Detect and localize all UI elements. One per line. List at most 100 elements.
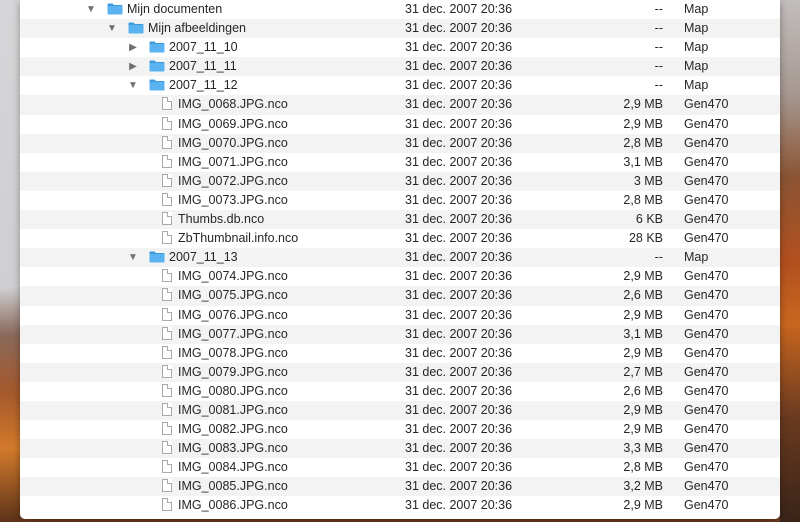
item-name: IMG_0086.JPG.nco [178, 498, 288, 513]
date-modified: 31 dec. 2007 20:36 [405, 364, 513, 379]
file-row[interactable]: IMG_0076.JPG.nco 31 dec. 2007 20:36 2,9 MB… [20, 306, 780, 325]
item-name: Mijn documenten [127, 2, 223, 16]
folder-row[interactable]: ▶ 2007_11_10 31 dec. 2007 20:36 -- Map [20, 38, 780, 57]
item-name: IMG_0074.JPG.nco [178, 269, 288, 284]
file-row[interactable]: IMG_0070.JPG.nco 31 dec. 2007 20:36 2,8 MB… [20, 133, 780, 153]
folder-row[interactable]: ▶ 2007_11_11 31 dec. 2007 20:36 -- Map [20, 57, 780, 77]
file-kind: Gen470 [684, 307, 729, 322]
document-icon [162, 326, 172, 340]
file-row[interactable]: IMG_0086.JPG.nco 31 dec. 2007 20:36 2,9 MB… [20, 496, 780, 515]
item-name: IMG_0080.JPG.nco [178, 383, 288, 398]
file-kind: Map [684, 250, 709, 265]
item-name: IMG_0082.JPG.nco [178, 422, 288, 437]
file-size: 2,9 MB [623, 422, 663, 437]
file-kind: Gen470 [684, 326, 729, 341]
file-kind: Gen470 [684, 288, 729, 303]
item-name: IMG_0085.JPG.nco [178, 479, 288, 494]
file-list[interactable]: ▼ Mijn documenten 31 dec. 2007 20:36 -- Map ▼… [20, 0, 780, 516]
file-size: 2,9 MB [623, 269, 663, 284]
disclosure-expanded-icon[interactable]: ▼ [86, 0, 96, 19]
file-row[interactable]: IMG_0075.JPG.nco 31 dec. 2007 20:36 2,6 MB… [20, 286, 780, 306]
file-size: 2,8 MB [623, 192, 663, 207]
item-name: IMG_0084.JPG.nco [178, 460, 288, 475]
document-icon [162, 307, 172, 321]
item-name: IMG_0075.JPG.nco [178, 288, 288, 303]
file-kind: Gen470 [684, 364, 729, 379]
document-icon [162, 498, 172, 512]
date-modified: 31 dec. 2007 20:36 [405, 40, 513, 55]
file-kind: Gen470 [684, 97, 729, 112]
file-row[interactable]: IMG_0080.JPG.nco 31 dec. 2007 20:36 2,6 MB… [20, 382, 780, 401]
item-name: IMG_0079.JPG.nco [178, 364, 288, 379]
file-row[interactable]: IMG_0068.JPG.nco 31 dec. 2007 20:36 2,9 MB… [20, 95, 780, 115]
file-row[interactable]: IMG_0079.JPG.nco 31 dec. 2007 20:36 2,7 MB… [20, 362, 780, 382]
file-row[interactable]: IMG_0077.JPG.nco 31 dec. 2007 20:36 3,1 MB… [20, 324, 780, 344]
file-size: 2,9 MB [623, 498, 663, 513]
file-row[interactable]: IMG_0071.JPG.nco 31 dec. 2007 20:36 3,1 MB… [20, 153, 780, 172]
file-kind: Gen470 [684, 173, 729, 188]
disclosure-collapsed-icon[interactable]: ▶ [128, 57, 138, 76]
file-kind: Gen470 [684, 422, 729, 437]
document-icon [162, 383, 172, 397]
document-icon [162, 345, 172, 359]
file-row[interactable]: IMG_0072.JPG.nco 31 dec. 2007 20:36 3 MB Ge… [20, 171, 780, 191]
document-icon [162, 97, 172, 111]
date-modified: 31 dec. 2007 20:36 [405, 2, 513, 16]
file-size: 28 KB [628, 231, 663, 246]
folder-icon [128, 22, 144, 34]
file-kind: Gen470 [684, 192, 729, 207]
file-size: 2,9 MB [623, 97, 663, 112]
document-icon [162, 212, 172, 226]
file-row[interactable]: Thumbs.db.nco 31 dec. 2007 20:36 6 KB Gen47… [20, 210, 780, 230]
item-name: 2007_11_12 [169, 78, 238, 93]
disclosure-expanded-icon[interactable]: ▼ [107, 19, 117, 38]
file-row[interactable]: IMG_0069.JPG.nco 31 dec. 2007 20:36 2,9 MB… [20, 115, 780, 134]
file-kind: Map [684, 40, 709, 55]
file-kind: Gen470 [684, 135, 729, 150]
file-kind: Map [684, 2, 709, 16]
item-name: IMG_0071.JPG.nco [178, 154, 288, 169]
document-icon [162, 364, 172, 378]
file-kind: Gen470 [684, 479, 729, 494]
document-icon [162, 402, 172, 416]
item-name: IMG_0077.JPG.nco [178, 326, 288, 341]
file-size: 3,3 MB [623, 441, 663, 456]
file-size: -- [654, 78, 663, 93]
disclosure-collapsed-icon[interactable]: ▶ [128, 38, 138, 57]
finder-window: ▼ Mijn documenten 31 dec. 2007 20:36 -- Map ▼… [20, 0, 780, 519]
file-size: -- [654, 250, 663, 265]
folder-row[interactable]: ▼ 2007_11_13 31 dec. 2007 20:36 -- Map [20, 248, 780, 268]
file-kind: Gen470 [684, 154, 729, 169]
file-row[interactable]: ZbThumbnail.info.nco 31 dec. 2007 20:36 28… [20, 229, 780, 248]
file-row[interactable]: IMG_0074.JPG.nco 31 dec. 2007 20:36 2,9 MB… [20, 267, 780, 286]
file-size: 2,7 MB [623, 364, 663, 379]
document-icon [162, 192, 172, 206]
file-row[interactable]: IMG_0084.JPG.nco 31 dec. 2007 20:36 2,8 MB… [20, 458, 780, 477]
file-size: -- [654, 21, 663, 36]
file-size: 2,9 MB [623, 116, 663, 131]
document-icon [162, 479, 172, 493]
disclosure-expanded-icon[interactable]: ▼ [128, 76, 138, 95]
folder-row[interactable]: ▼ Mijn afbeeldingen 31 dec. 2007 20:36 -- Ma… [20, 19, 780, 39]
file-size: 2,9 MB [623, 307, 663, 322]
file-size: 3 MB [633, 173, 663, 188]
file-row[interactable]: IMG_0078.JPG.nco 31 dec. 2007 20:36 2,9 MB… [20, 344, 780, 363]
item-name: IMG_0081.JPG.nco [178, 402, 288, 417]
file-row[interactable]: IMG_0085.JPG.nco 31 dec. 2007 20:36 3,2 MB… [20, 477, 780, 497]
folder-row[interactable]: ▼ 2007_11_12 31 dec. 2007 20:36 -- Map [20, 76, 780, 95]
item-name: IMG_0072.JPG.nco [178, 173, 288, 188]
file-size: 2,8 MB [623, 460, 663, 475]
file-row[interactable]: IMG_0083.JPG.nco 31 dec. 2007 20:36 3,3 MB… [20, 439, 780, 459]
folder-row[interactable]: ▼ Mijn documenten 31 dec. 2007 20:36 -- Map [20, 0, 780, 19]
date-modified: 31 dec. 2007 20:36 [405, 422, 513, 437]
date-modified: 31 dec. 2007 20:36 [405, 173, 513, 188]
file-row[interactable]: IMG_0081.JPG.nco 31 dec. 2007 20:36 2,9 MB… [20, 400, 780, 421]
date-modified: 31 dec. 2007 20:36 [405, 250, 513, 265]
folder-icon [149, 251, 165, 263]
date-modified: 31 dec. 2007 20:36 [405, 116, 513, 131]
document-icon [162, 116, 172, 130]
file-row[interactable]: IMG_0082.JPG.nco 31 dec. 2007 20:36 2,9 MB… [20, 420, 780, 439]
file-kind: Gen470 [684, 460, 729, 475]
file-row[interactable]: IMG_0073.JPG.nco 31 dec. 2007 20:36 2,8 MB… [20, 191, 780, 210]
disclosure-expanded-icon[interactable]: ▼ [128, 248, 138, 267]
